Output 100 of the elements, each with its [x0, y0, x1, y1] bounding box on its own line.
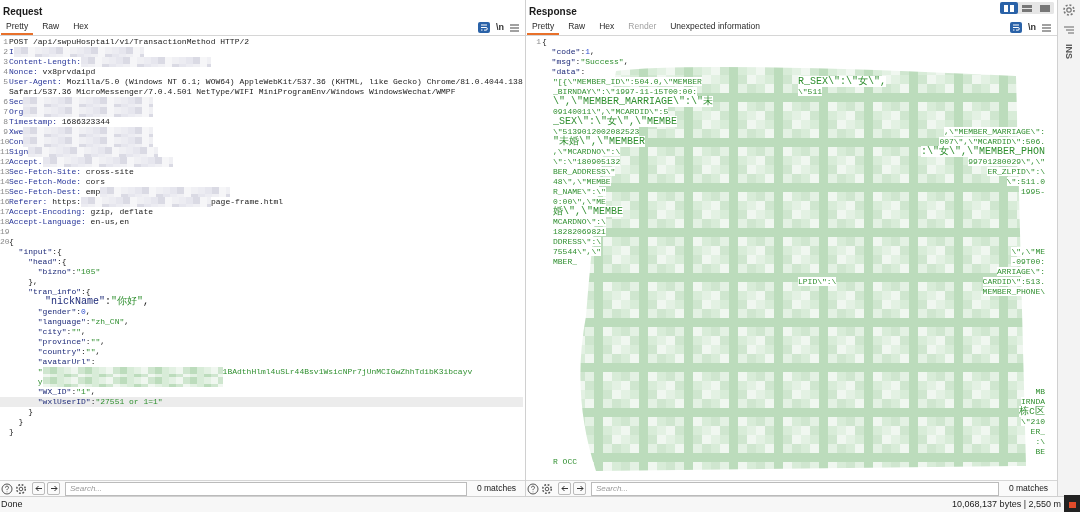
tab[interactable]: Raw: [37, 20, 65, 35]
code-line: "bizno":"105": [36, 267, 101, 276]
code-line: Accept-Language: en-us,en: [9, 217, 130, 226]
inspector-tab[interactable]: INS: [1064, 44, 1074, 59]
code-line: "country":"",: [36, 347, 101, 356]
line-number: 8: [2, 117, 9, 127]
code-line: },: [27, 277, 38, 286]
tab[interactable]: Unexpected information: [665, 20, 765, 35]
code-line: I: [9, 47, 14, 56]
search-field[interactable]: Search...: [65, 481, 467, 496]
single-pane-icon: [1040, 4, 1050, 12]
code-line: "tran_info":{: [27, 287, 91, 296]
code-line: Sec-Fetch-Site: cross-site: [9, 167, 134, 176]
code-line: Accept.: [9, 157, 43, 166]
search-field[interactable]: Search...: [591, 481, 999, 496]
line-number: 12: [0, 157, 9, 167]
code-line: Con: [9, 137, 24, 146]
columns-icon: [1004, 4, 1014, 12]
match-count: 0 matches: [475, 482, 518, 495]
right-arrow-icon: [575, 485, 584, 492]
next-button[interactable]: [47, 482, 60, 495]
tab[interactable]: Raw: [563, 20, 591, 35]
tab[interactable]: Hex: [68, 20, 94, 35]
rows-icon: [1022, 4, 1032, 12]
line-number: 19: [0, 227, 9, 237]
line-number: 14: [0, 177, 9, 187]
code-line: POST /api/swpuHosptail/v1/TransactionMethod HTTP/2: [9, 37, 250, 46]
code-line: "city":"",: [36, 327, 86, 336]
line-number: 9: [2, 127, 9, 137]
code-line: Sign: [9, 147, 29, 156]
code-line: Sec-Fetch-Dest: emp: [9, 187, 101, 196]
code-line: page-frame.html: [211, 197, 284, 206]
line-number: 7: [2, 107, 9, 117]
code-line: Accept-Encoding: gzip, deflate: [9, 207, 154, 216]
previous-button[interactable]: [32, 482, 45, 495]
panel-title: Request: [3, 5, 43, 19]
menu-icon[interactable]: [1042, 23, 1051, 32]
code-line: Timestamp: 1686323344: [9, 117, 110, 126]
left-arrow-icon: [34, 485, 43, 492]
line-number: 11: [0, 147, 9, 157]
line-number: 17: [0, 207, 9, 217]
line-number: 16: [0, 197, 9, 207]
status-bytes: 10,068,137 bytes | 2,550 m: [952, 497, 1062, 511]
code-line: "head":{: [27, 257, 67, 266]
code-line: }: [27, 407, 33, 416]
code-line: "msg":"Success",: [550, 57, 629, 66]
code-line: "data":: [550, 67, 586, 76]
word-wrap-icon[interactable]: [1010, 22, 1022, 33]
code-line: }: [9, 427, 14, 436]
tab[interactable]: Hex: [594, 20, 620, 35]
code-line: Xwe: [9, 127, 24, 136]
line-number: 4: [2, 67, 9, 77]
right-arrow-icon: [49, 485, 58, 492]
code-line: "code":1,: [550, 47, 595, 56]
newline-toggle[interactable]: \n: [1028, 23, 1036, 32]
code-line: {: [542, 37, 547, 46]
settings-icon[interactable]: [1062, 3, 1076, 17]
code-line: "WX_ID":"1",: [36, 387, 96, 396]
panel-title: Response: [529, 5, 577, 19]
code-line: }: [17, 417, 24, 426]
line-number: 15: [0, 187, 9, 197]
tab[interactable]: Pretty: [527, 20, 560, 35]
code-line: "province":"",: [36, 337, 106, 346]
line-number: 18: [0, 217, 9, 227]
help-icon[interactable]: [527, 482, 539, 495]
line-number: 5: [2, 77, 9, 88]
left-arrow-icon: [560, 485, 569, 492]
code-line: Nonce: vx8prvdaipd: [9, 67, 96, 76]
code-line: Org: [9, 107, 24, 116]
line-number: 3: [2, 57, 9, 67]
line-number: 1: [2, 37, 9, 47]
code-line: y: [36, 377, 43, 386]
menu-icon[interactable]: [510, 23, 519, 32]
match-count: 0 matches: [1007, 482, 1050, 495]
line-number: 6: [2, 97, 9, 107]
word-wrap-icon[interactable]: [478, 22, 490, 33]
line-number: 13: [0, 167, 9, 177]
help-icon[interactable]: [1, 482, 13, 495]
line-number: 10: [0, 137, 9, 147]
code-line: "wxlUserID":"27551 or 1=1": [36, 397, 163, 406]
next-button[interactable]: [573, 482, 586, 495]
code-line: User-Agent: Mozilla/5.0 (Windows NT 6.1; WOW64) AppleWebKit/537.36 (KHTML, like Gecko) Chrome/81.0.4044.138 Safari/537.36 MicroMessenger/7.0.4.501 NetType/WIFI MiniProgramEnv/Windows WindowsWechat/WMPF: [9, 77, 524, 96]
line-number: 1: [535, 37, 542, 47]
code-line: "nickName":"你好",: [44, 296, 150, 307]
code-line: {: [9, 237, 14, 246]
newline-toggle[interactable]: \n: [496, 23, 504, 32]
tab[interactable]: Pretty: [1, 20, 34, 35]
code-line: Sec-Fetch-Mode: cors: [9, 177, 106, 186]
previous-button[interactable]: [558, 482, 571, 495]
status-text: Done: [0, 497, 24, 511]
line-number: 20: [0, 237, 9, 247]
layout-button[interactable]: [1000, 2, 1018, 14]
code-line: ": [36, 367, 43, 376]
settings-icon[interactable]: [541, 482, 553, 495]
settings-icon[interactable]: [15, 482, 27, 495]
code-line: 1BAdthHlml4uSLr44Bsv1WsicNPr7jUnMCIGwZhhTdibK3ibcayv: [222, 367, 473, 376]
code-line: "gender":0,: [36, 307, 91, 316]
line-number: 2: [2, 47, 9, 57]
code-line: Content-Length:: [9, 57, 81, 66]
code-line: "avatarUrl":: [36, 357, 96, 366]
